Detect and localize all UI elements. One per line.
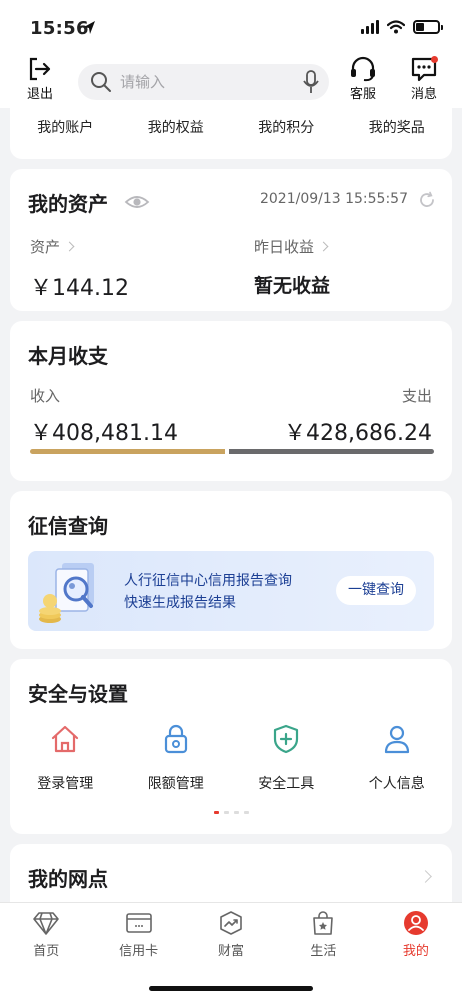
tab-home[interactable]: 首页 xyxy=(0,903,92,959)
settings-limit-management[interactable]: 限额管理 xyxy=(121,723,232,793)
income-label: 收入 xyxy=(30,387,61,405)
person-icon xyxy=(384,725,409,754)
link-my-points[interactable]: 我的积分 xyxy=(231,117,342,137)
messages-button[interactable]: 消息 xyxy=(400,56,448,102)
asset-label: 资产 xyxy=(30,238,61,256)
lock-icon xyxy=(164,724,187,754)
settings-item-label: 登录管理 xyxy=(37,776,94,792)
wifi-icon xyxy=(387,20,405,34)
home-indicator xyxy=(149,986,313,991)
report-magnifier-icon xyxy=(39,563,94,623)
unread-badge xyxy=(431,56,438,63)
assets-title: 我的资产 xyxy=(28,192,108,216)
search-input[interactable] xyxy=(120,73,290,91)
credit-card-icon xyxy=(125,913,152,933)
credit-report-banner[interactable]: 人行征信中心信用报告查询 快速生成报告结果 一键查询 xyxy=(28,551,434,631)
monthly-income-expense-card[interactable]: 本月收支 收入 支出 ￥408,481.14 ￥428,686.24 xyxy=(10,321,452,481)
banner-line-2: 快速生成报告结果 xyxy=(124,595,236,611)
asset-value: ￥144.12 xyxy=(30,276,129,301)
refresh-icon[interactable] xyxy=(418,191,436,209)
wealth-icon xyxy=(220,911,242,935)
diamond-icon xyxy=(33,912,60,935)
assets-timestamp: 2021/09/13 15:55:57 xyxy=(259,191,408,207)
search-bar[interactable] xyxy=(78,64,329,100)
expense-label: 支出 xyxy=(401,387,432,405)
settings-personal-info[interactable]: 个人信息 xyxy=(342,723,453,793)
page-indicator xyxy=(10,811,452,814)
settings-item-label: 个人信息 xyxy=(368,776,425,792)
link-my-account[interactable]: 我的账户 xyxy=(10,117,121,137)
link-my-prizes[interactable]: 我的奖品 xyxy=(342,117,453,137)
customer-service-label: 客服 xyxy=(349,87,376,102)
signal-icon xyxy=(361,20,379,34)
expense-value: ￥428,686.24 xyxy=(284,421,432,446)
chevron-right-icon[interactable] xyxy=(419,870,432,883)
expense-bar xyxy=(229,449,434,454)
credit-title: 征信查询 xyxy=(28,514,108,538)
settings-grid: 登录管理 限额管理 安全工具 个人信息 xyxy=(10,723,452,793)
settings-item-label: 安全工具 xyxy=(258,776,315,792)
one-click-query-button[interactable]: 一键查询 xyxy=(336,576,416,605)
logout-label: 退出 xyxy=(26,87,53,102)
bottom-tab-bar: 首页 信用卡 财富 生活 我的 xyxy=(0,902,462,1000)
battery-icon xyxy=(413,20,443,34)
asset-label-link[interactable]: 资产 xyxy=(30,236,75,257)
yesterday-earnings-label: 昨日收益 xyxy=(254,238,315,256)
settings-login-management[interactable]: 登录管理 xyxy=(10,723,121,793)
security-settings-card: 安全与设置 登录管理 限额管理 安全工具 个人信息 xyxy=(10,659,452,834)
account-links: 我的账户 我的权益 我的积分 我的奖品 xyxy=(10,117,452,137)
shopping-bag-icon xyxy=(313,911,334,935)
link-my-benefits[interactable]: 我的权益 xyxy=(121,117,232,137)
tab-credit-card[interactable]: 信用卡 xyxy=(92,903,184,959)
customer-service-button[interactable]: 客服 xyxy=(339,56,387,102)
income-value: ￥408,481.14 xyxy=(30,421,178,446)
settings-title: 安全与设置 xyxy=(28,682,128,706)
branch-title: 我的网点 xyxy=(28,867,108,891)
messages-label: 消息 xyxy=(410,87,437,102)
logout-button[interactable]: 退出 xyxy=(16,56,64,102)
yesterday-earnings-link[interactable]: 昨日收益 xyxy=(254,236,329,257)
search-icon xyxy=(91,72,111,92)
tab-wealth[interactable]: 财富 xyxy=(185,903,277,959)
house-icon xyxy=(52,725,79,753)
headset-icon xyxy=(351,56,375,82)
yesterday-earnings-value: 暂无收益 xyxy=(254,275,331,297)
tab-life[interactable]: 生活 xyxy=(277,903,369,959)
chevron-right-icon xyxy=(64,241,75,252)
status-time: 15:56 xyxy=(30,18,89,39)
shield-plus-icon xyxy=(274,724,299,754)
tab-label: 生活 xyxy=(310,944,337,959)
banner-line-1: 人行征信中心信用报告查询 xyxy=(124,573,292,589)
microphone-icon[interactable] xyxy=(303,70,319,94)
income-bar xyxy=(30,449,225,454)
tab-label: 信用卡 xyxy=(119,944,159,959)
status-indicators xyxy=(361,20,443,34)
tab-label: 首页 xyxy=(33,944,60,959)
top-header: 退出 客服 消息 xyxy=(0,56,462,108)
status-bar: 15:56 xyxy=(0,0,462,56)
tab-label: 我的 xyxy=(402,944,429,959)
account-links-card: 我的账户 我的权益 我的积分 我的奖品 xyxy=(10,108,452,159)
credit-inquiry-card: 征信查询 人行征信中心信用报告查询 快速生成报告结果 一键查询 xyxy=(10,491,452,649)
settings-security-tools[interactable]: 安全工具 xyxy=(231,723,342,793)
location-arrow-icon xyxy=(84,21,95,34)
assets-card: 我的资产 2021/09/13 15:55:57 资产 ￥144.12 昨日收益… xyxy=(10,169,452,311)
tab-mine[interactable]: 我的 xyxy=(370,903,462,959)
tab-label: 财富 xyxy=(218,944,245,959)
settings-item-label: 限额管理 xyxy=(147,776,204,792)
eye-icon[interactable] xyxy=(124,193,150,211)
logout-icon xyxy=(29,57,51,81)
profile-icon xyxy=(403,911,428,935)
chevron-right-icon xyxy=(318,241,329,252)
monthly-title: 本月收支 xyxy=(28,344,108,368)
